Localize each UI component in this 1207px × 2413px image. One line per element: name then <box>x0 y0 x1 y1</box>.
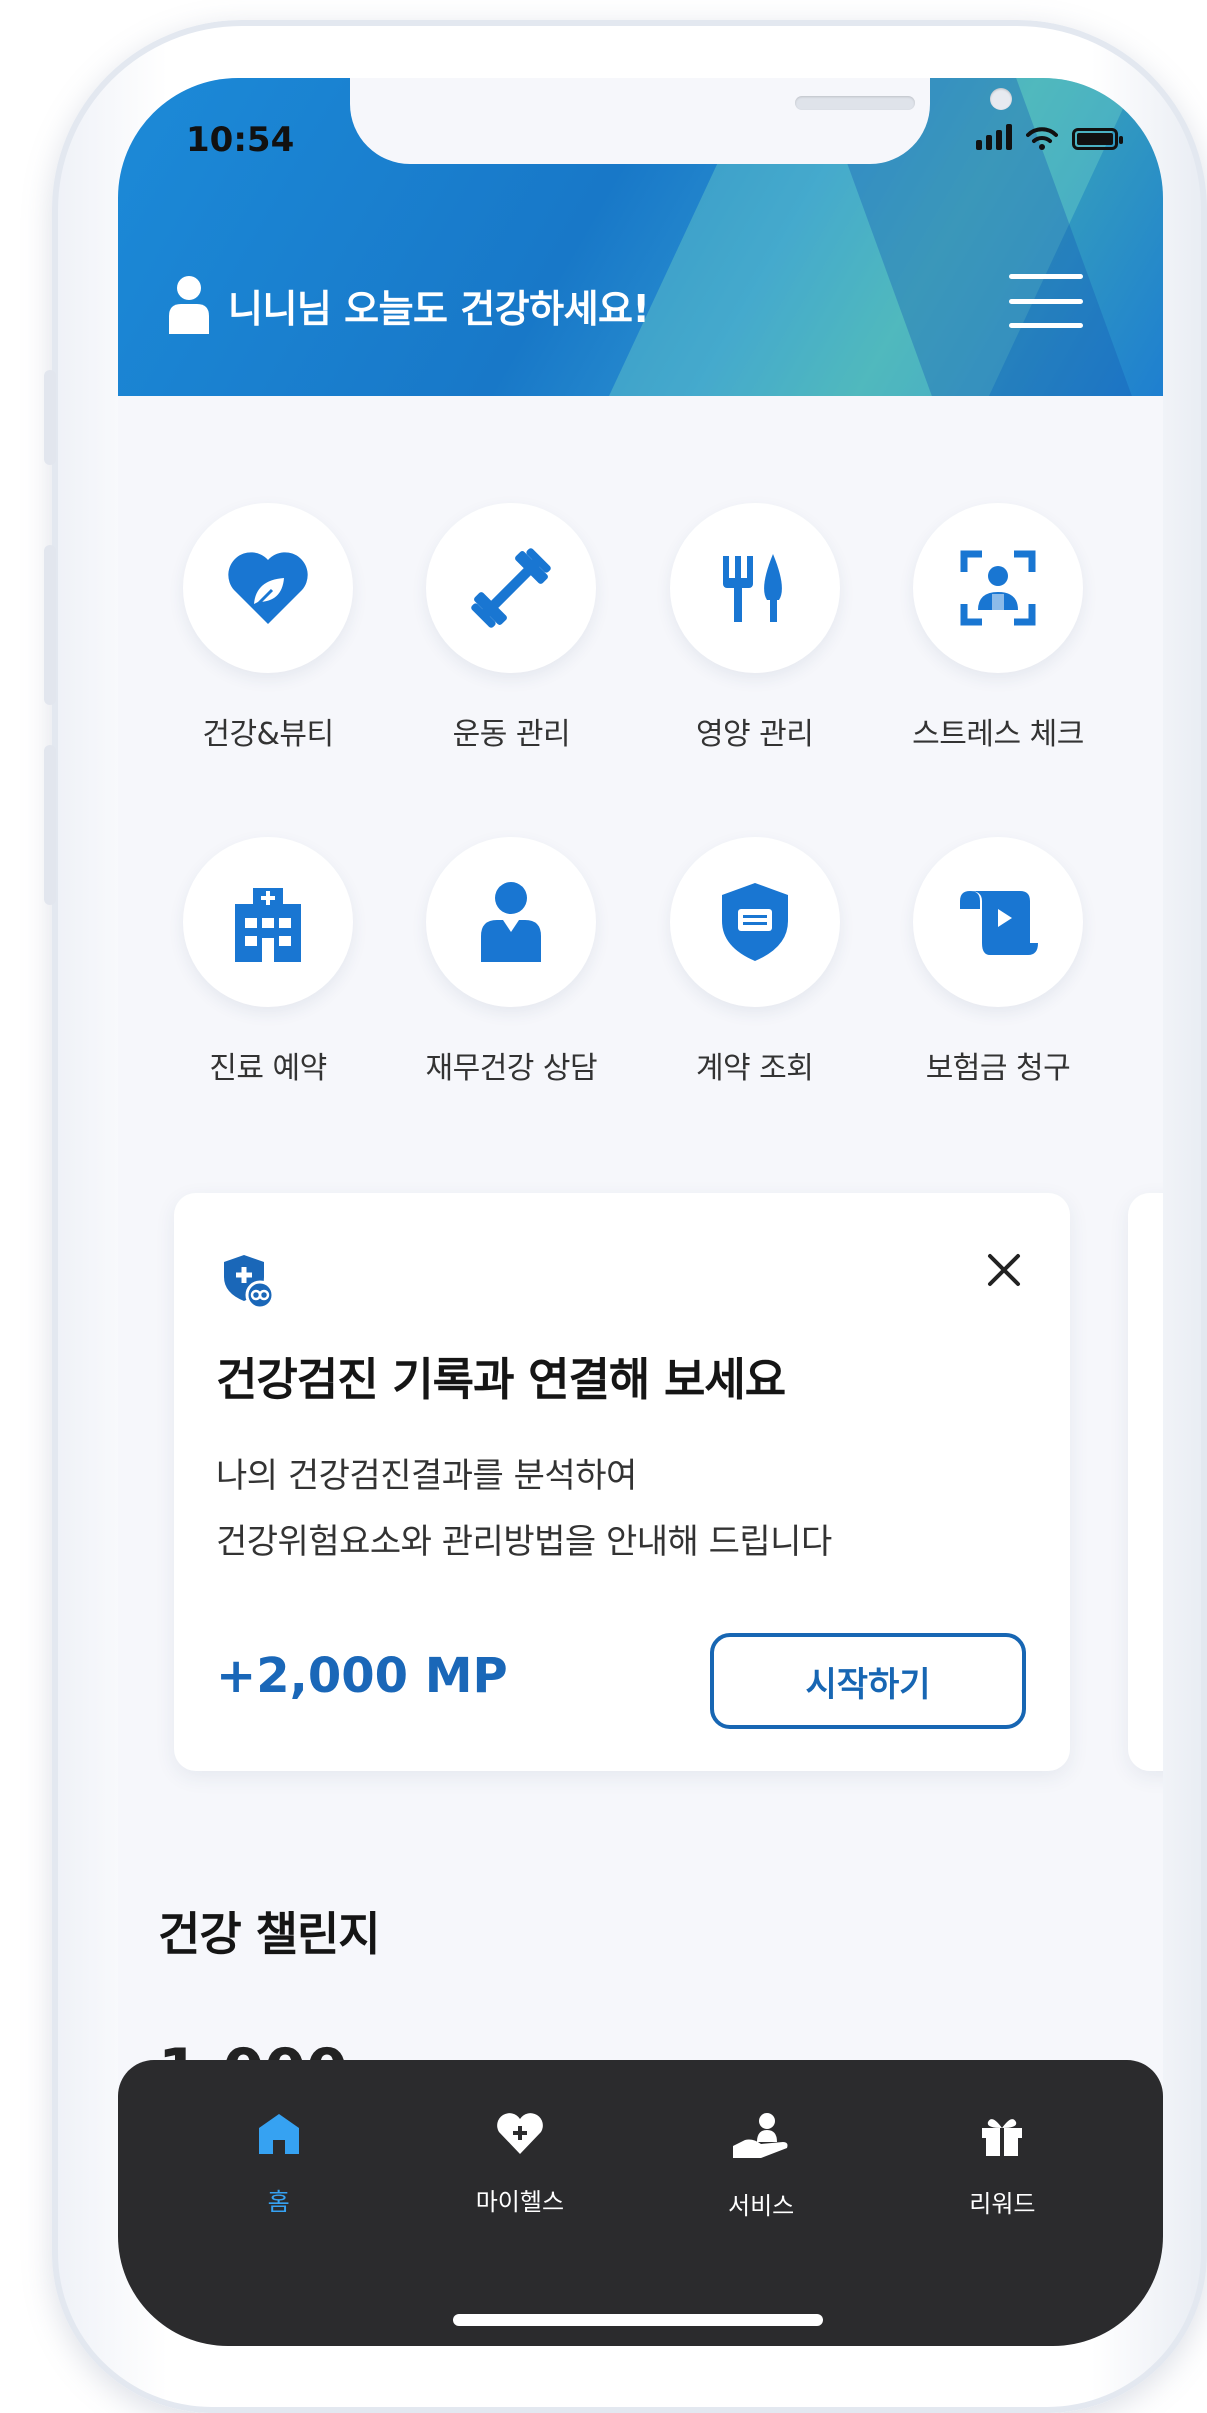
hand-person-icon <box>733 2113 788 2158</box>
heart-leaf-icon <box>228 552 308 624</box>
menu-appointment[interactable]: 진료 예약 <box>148 837 388 1087</box>
section-title: 건강 챌린지 <box>158 1907 381 1961</box>
home-indicator[interactable] <box>453 2314 823 2326</box>
battery-icon <box>1072 128 1123 150</box>
tab-service[interactable]: 서비스 <box>661 2112 861 2221</box>
menu-label: 영양 관리 <box>695 717 814 752</box>
menu-label: 계약 조회 <box>695 1051 814 1086</box>
menu-circle <box>669 837 840 1007</box>
volume-up-button <box>44 545 56 705</box>
dumbbell-icon <box>471 548 552 628</box>
menu-circle <box>669 503 840 673</box>
menu-circle <box>426 837 597 1007</box>
menu-circle <box>912 503 1083 673</box>
hamburger-menu-icon[interactable] <box>1009 274 1083 328</box>
user-icon <box>169 276 209 334</box>
shield-link-icon <box>224 1255 274 1309</box>
tab-my-health[interactable]: 마이헬스 <box>420 2112 620 2221</box>
hospital-icon <box>235 888 301 962</box>
status-time: 10:54 <box>186 120 295 160</box>
menu-stress-check[interactable]: 스트레스 체크 <box>878 503 1118 753</box>
menu-label: 운동 관리 <box>452 717 571 752</box>
menu-circle <box>426 503 597 673</box>
menu-label: 진료 예약 <box>209 1051 327 1086</box>
start-button[interactable]: 시작하기 <box>710 1633 1026 1729</box>
reward-points: +2,000 MP <box>216 1648 508 1704</box>
card-description: 나의 건강검진결과를 분석하여 건강위험요소와 관리방법을 안내해 드립니다 <box>216 1443 832 1575</box>
close-icon[interactable] <box>982 1248 1026 1292</box>
tab-reward[interactable]: 리워드 <box>902 2112 1102 2221</box>
tab-label: 서비스 <box>728 2192 795 2220</box>
notch <box>350 78 1012 164</box>
greeting-text: 니니님 오늘도 건강하세요! <box>228 286 650 331</box>
volume-down-button <box>44 745 56 905</box>
quick-menu-grid: 건강&뷰티 운동 관리 영양 관리 스트레스 체크 진료 예약 재무건강 상담 … <box>148 503 1118 1087</box>
menu-nutrition[interactable]: 영양 관리 <box>635 503 875 753</box>
menu-label: 건강&뷰티 <box>202 717 334 752</box>
tab-label: 마이헬스 <box>475 2188 565 2216</box>
gift-icon <box>982 2119 1023 2156</box>
tab-label: 홈 <box>267 2188 290 2216</box>
menu-circle <box>183 503 353 673</box>
wifi-icon <box>1026 127 1058 150</box>
menu-label: 재무건강 상담 <box>425 1051 598 1086</box>
home-icon <box>258 2114 299 2154</box>
status-icons <box>976 124 1123 150</box>
bottom-tab-bar: 홈 마이헬스 서비스 리워드 <box>118 2060 1163 2346</box>
fork-knife-icon <box>722 554 782 622</box>
menu-contract-inquiry[interactable]: 계약 조회 <box>635 837 875 1087</box>
menu-financial-consult[interactable]: 재무건강 상담 <box>391 837 631 1087</box>
promo-card[interactable]: 건강검진 기록과 연결해 보세요 나의 건강검진결과를 분석하여 건강위험요소와… <box>174 1193 1070 1771</box>
heart-plus-icon <box>497 2113 543 2154</box>
speaker <box>795 96 915 110</box>
shield-card-icon <box>721 883 788 961</box>
card-desc-line: 건강위험요소와 관리방법을 안내해 드립니다 <box>216 1522 832 1562</box>
scroll-icon <box>959 891 1038 955</box>
menu-label: 보험금 청구 <box>925 1051 1071 1086</box>
app-screen: 10:54 니니님 오늘도 건강하세요! 건강&뷰티 운동 관리 영양 관리 스… <box>118 78 1163 2346</box>
front-camera <box>990 88 1012 110</box>
menu-circle <box>912 837 1083 1007</box>
menu-exercise[interactable]: 운동 관리 <box>391 503 631 753</box>
menu-circle <box>183 837 353 1007</box>
greeting: 니니님 오늘도 건강하세요! <box>166 274 650 336</box>
consultant-icon <box>481 882 542 962</box>
card-desc-line: 나의 건강검진결과를 분석하여 <box>216 1456 637 1496</box>
face-scan-icon <box>960 550 1036 626</box>
menu-label: 스트레스 체크 <box>912 717 1084 752</box>
next-card-peek[interactable] <box>1128 1193 1163 1771</box>
card-title: 건강검진 기록과 연결해 보세요 <box>216 1353 786 1406</box>
tab-label: 리워드 <box>969 2190 1036 2218</box>
signal-icon <box>976 124 1012 150</box>
tab-home[interactable]: 홈 <box>179 2112 379 2221</box>
menu-insurance-claim[interactable]: 보험금 청구 <box>878 837 1118 1087</box>
mute-switch <box>44 370 56 465</box>
menu-health-beauty[interactable]: 건강&뷰티 <box>148 503 388 753</box>
